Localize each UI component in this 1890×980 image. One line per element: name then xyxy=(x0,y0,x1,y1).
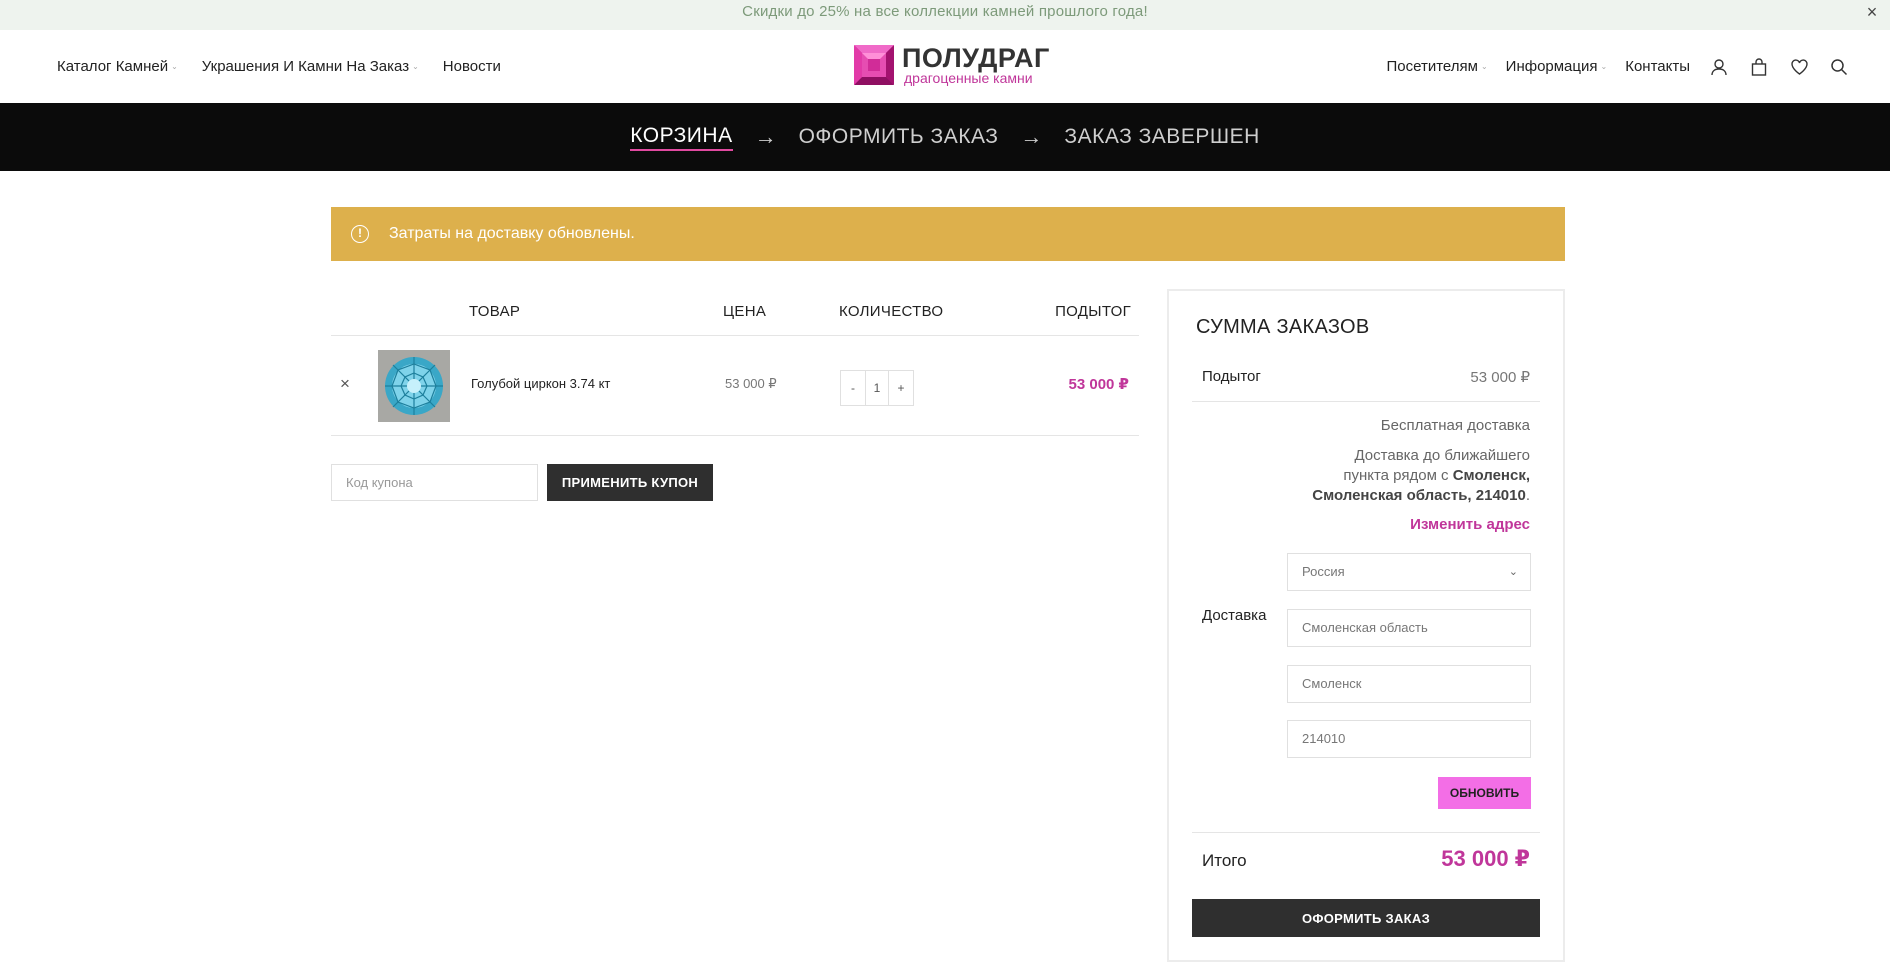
shipping-destination-end: . xyxy=(1525,487,1530,504)
shipping-destination: Доставка до ближайшего пункта рядом с См… xyxy=(1312,446,1530,506)
remove-item-icon[interactable]: × xyxy=(337,375,353,392)
header-quantity: КОЛИЧЕСТВО xyxy=(839,303,944,320)
item-subtotal: 53 000 ₽ xyxy=(1068,376,1129,393)
change-address-link[interactable]: Изменить адрес xyxy=(1410,516,1530,533)
logo-title: ПОЛУДРАГ xyxy=(902,43,1050,73)
step-checkout[interactable]: ОФОРМИТЬ ЗАКАЗ xyxy=(799,125,999,149)
notice-text: Затраты на доставку обновлены. xyxy=(389,225,635,242)
shipping-destination-region: Смоленская область, 214010 xyxy=(1312,487,1526,504)
logo-text: ПОЛУДРАГ драгоценные камни xyxy=(902,43,1050,86)
nav-item-custom-jewelry[interactable]: Украшения И Камни На Заказ ⌄ xyxy=(202,58,419,75)
divider xyxy=(1192,832,1540,833)
cart-table: ТОВАР ЦЕНА КОЛИЧЕСТВО ПОДЫТОГ × Голубой … xyxy=(331,290,1139,436)
nav-item-news[interactable]: Новости xyxy=(443,58,501,75)
product-price: 53 000 ₽ xyxy=(725,376,777,391)
postcode-value: 214010 xyxy=(1302,731,1346,746)
info-icon: ! xyxy=(351,225,369,243)
shipping-method: Бесплатная доставка xyxy=(1380,417,1530,434)
city-value: Смоленск xyxy=(1302,676,1362,691)
quantity-stepper: - 1 + xyxy=(840,370,914,406)
subtotal-label: Подытог xyxy=(1202,368,1261,385)
quantity-decrease-button[interactable]: - xyxy=(841,371,865,405)
nav-item-label: Информация xyxy=(1505,58,1598,75)
checkout-steps: КОРЗИНА → ОФОРМИТЬ ЗАКАЗ → ЗАКАЗ ЗАВЕРШЕ… xyxy=(0,103,1890,171)
total-value: 53 000 ₽ xyxy=(1441,846,1530,871)
shipping-destination-city: Смоленск, xyxy=(1452,467,1530,484)
close-icon[interactable]: × xyxy=(1862,2,1882,22)
logo-subtitle: драгоценные камни xyxy=(904,70,1033,86)
promo-text: Скидки до 25% на все коллекции камней пр… xyxy=(742,3,1148,20)
step-complete: ЗАКАЗ ЗАВЕРШЕН xyxy=(1064,125,1260,148)
cart-table-header: ТОВАР ЦЕНА КОЛИЧЕСТВО ПОДЫТОГ xyxy=(331,290,1139,336)
nav-item-stone-catalog[interactable]: Каталог Камней ⌄ xyxy=(57,58,178,75)
main-nav-right: Посетителям ⌄ Информация ⌄ Контакты xyxy=(1387,30,1851,103)
user-icon[interactable] xyxy=(1708,56,1730,78)
step-cart[interactable]: КОРЗИНА xyxy=(630,124,733,151)
cart-totals: СУММА ЗАКАЗОВ Подытог 53 000 ₽ Бесплатна… xyxy=(1167,289,1565,962)
totals-title: СУММА ЗАКАЗОВ xyxy=(1196,316,1370,338)
nav-item-label: Каталог Камней xyxy=(57,58,169,75)
chevron-down-icon: ⌄ xyxy=(1480,62,1488,71)
quantity-input[interactable]: 1 xyxy=(865,371,889,405)
shipping-label: Доставка xyxy=(1202,607,1267,624)
search-icon[interactable] xyxy=(1828,56,1850,78)
nav-item-label: Контакты xyxy=(1625,58,1690,75)
cart-icon[interactable] xyxy=(1748,56,1770,78)
promo-bar: Скидки до 25% на все коллекции камней пр… xyxy=(0,0,1890,30)
apply-coupon-button[interactable]: ПРИМЕНИТЬ КУПОН xyxy=(547,464,713,501)
header-subtotal: ПОДЫТОГ xyxy=(1055,303,1131,320)
cart-item-row: × Голубой циркон 3.74 кт 53 000 ₽ - 1 + … xyxy=(331,336,1139,436)
arrow-right-icon: → xyxy=(754,124,777,149)
chevron-down-icon: ⌄ xyxy=(1508,566,1518,578)
region-field[interactable]: Смоленская область xyxy=(1287,609,1531,647)
country-value: Россия xyxy=(1302,564,1345,579)
chevron-down-icon: ⌄ xyxy=(1600,62,1608,71)
postcode-field[interactable]: 214010 xyxy=(1287,720,1531,758)
product-name-link[interactable]: Голубой циркон 3.74 кт xyxy=(471,376,610,391)
city-field[interactable]: Смоленск xyxy=(1287,665,1531,703)
nav-item-label: Посетителям xyxy=(1386,58,1478,75)
region-value: Смоленская область xyxy=(1302,620,1428,635)
update-shipping-button[interactable]: ОБНОВИТЬ xyxy=(1438,777,1531,809)
header-price: ЦЕНА xyxy=(723,303,767,320)
shipping-updated-notice: ! Затраты на доставку обновлены. xyxy=(331,207,1565,261)
nav-item-label: Новости xyxy=(442,58,501,75)
country-select[interactable]: Россия ⌄ xyxy=(1287,553,1531,591)
chevron-down-icon: ⌄ xyxy=(171,62,178,71)
gem-logo-icon xyxy=(854,45,894,85)
shipping-destination-line2: пункта рядом с xyxy=(1343,467,1453,484)
heart-icon[interactable] xyxy=(1788,56,1810,78)
header-product: ТОВАР xyxy=(469,303,521,320)
chevron-down-icon: ⌄ xyxy=(412,62,419,71)
coupon-form: ПРИМЕНИТЬ КУПОН xyxy=(331,464,713,501)
gem-image-icon xyxy=(385,357,443,415)
arrow-right-icon: → xyxy=(1020,124,1043,149)
shipping-destination-line1: Доставка до ближайшего xyxy=(1354,447,1530,464)
product-thumbnail[interactable] xyxy=(378,350,450,422)
nav-item-contacts[interactable]: Контакты xyxy=(1625,58,1690,75)
total-label: Итого xyxy=(1202,851,1247,870)
divider xyxy=(1192,401,1540,402)
coupon-code-input[interactable] xyxy=(331,464,538,501)
subtotal-value: 53 000 ₽ xyxy=(1470,369,1530,386)
checkout-button[interactable]: ОФОРМИТЬ ЗАКАЗ xyxy=(1192,899,1540,937)
nav-item-visitors[interactable]: Посетителям ⌄ xyxy=(1387,58,1488,75)
site-logo[interactable]: ПОЛУДРАГ драгоценные камни xyxy=(852,43,1050,87)
nav-item-label: Украшения И Камни На Заказ xyxy=(201,58,410,75)
site-header: Каталог Камней ⌄ Украшения И Камни На За… xyxy=(0,30,1890,103)
quantity-increase-button[interactable]: + xyxy=(889,371,913,405)
nav-item-information[interactable]: Информация ⌄ xyxy=(1506,58,1608,75)
main-nav-left: Каталог Камней ⌄ Украшения И Камни На За… xyxy=(57,30,501,103)
